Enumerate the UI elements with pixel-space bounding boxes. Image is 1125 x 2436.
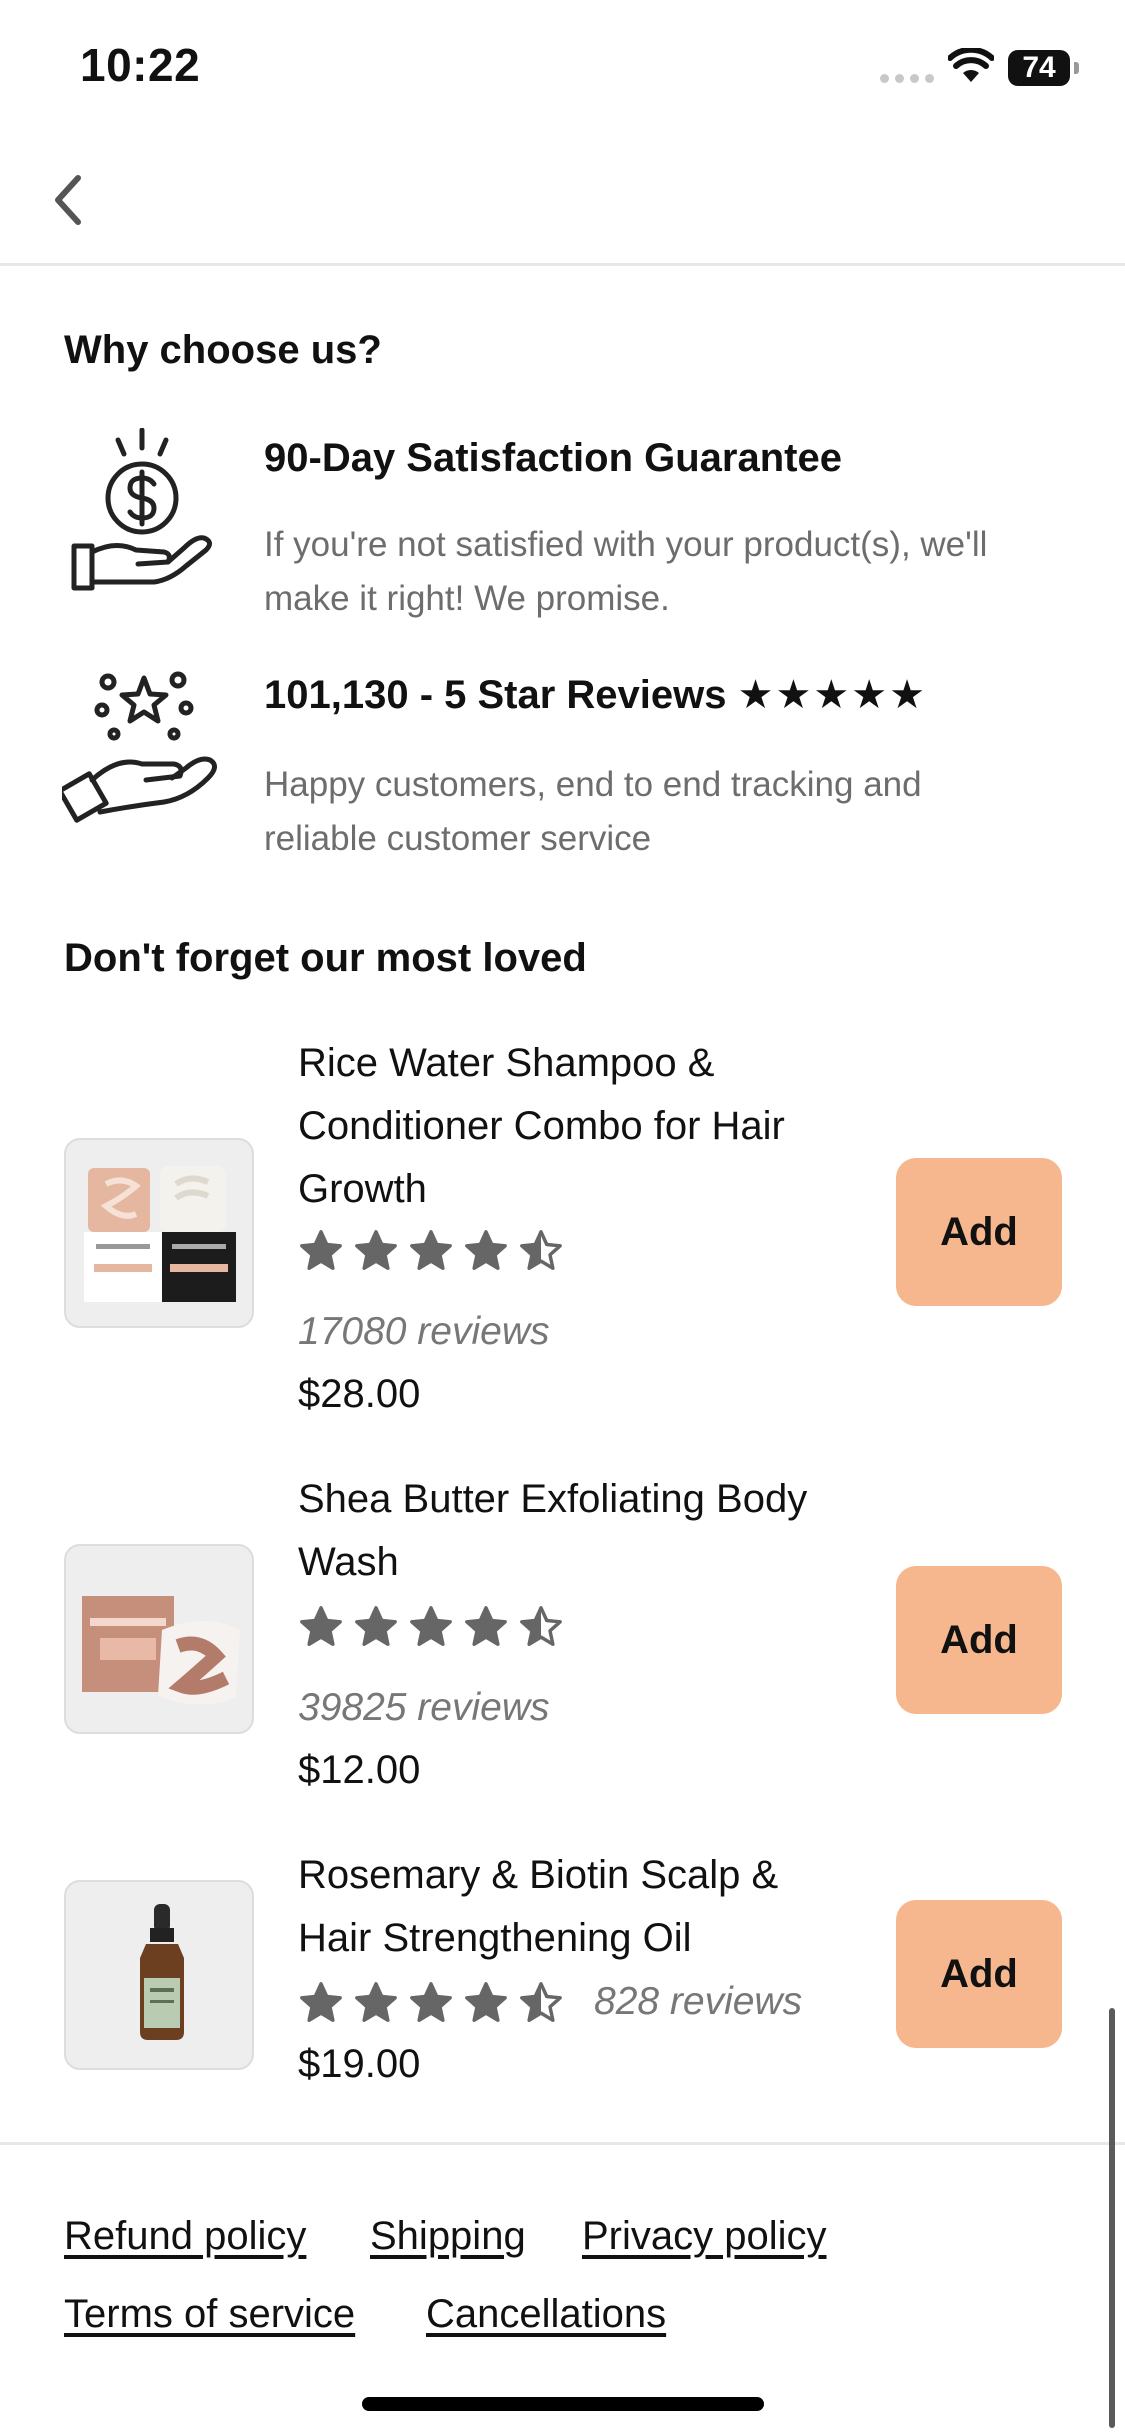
shampoo-bars-image: [84, 1166, 236, 1302]
review-count: 828 reviews: [594, 1980, 803, 2023]
star-rating: [298, 1604, 564, 1650]
cellular-signal-icon: [880, 74, 934, 83]
feature-desc-guarantee: If you're not satisfied with your produc…: [264, 525, 988, 618]
review-count: 39825 reviews: [298, 1686, 550, 1729]
product-name[interactable]: Rice Water Shampoo & Conditioner Combo f…: [298, 1032, 858, 1221]
navigation-bar: [0, 140, 1125, 266]
product-name[interactable]: Rosemary & Biotin Scalp & Hair Strengthe…: [298, 1844, 858, 1970]
star-full-icon: [465, 1606, 507, 1646]
star-full-icon: [465, 1982, 507, 2022]
star-half-icon: [520, 1230, 562, 1270]
add-button[interactable]: Add: [896, 1158, 1062, 1306]
why-choose-us-heading: Why choose us?: [64, 328, 382, 372]
star-full-icon: [465, 1230, 507, 1270]
feature-desc-reviews: Happy customers, end to end tracking and…: [264, 765, 922, 858]
refund-policy-link[interactable]: Refund policy: [64, 2214, 306, 2259]
star-full-icon: [355, 1606, 397, 1646]
scrollbar[interactable]: [1109, 2008, 1115, 2428]
money-hand-icon: [71, 428, 212, 591]
feature-title-reviews: 101,130 - 5 Star Reviews ★★★★★: [264, 672, 927, 718]
terms-of-service-link[interactable]: Terms of service: [64, 2292, 355, 2337]
footer: [0, 2142, 1125, 2436]
shipping-link[interactable]: Shipping: [370, 2214, 526, 2259]
star-full-icon: [410, 1982, 452, 2022]
battery-indicator: 74: [1008, 50, 1079, 86]
star-full-icon: [300, 1982, 342, 2022]
oil-bottle-image: [140, 1904, 184, 2040]
five-stars-icon: ★★★★★: [737, 673, 927, 717]
product-price: $28.00: [298, 1372, 421, 1416]
status-bar: 10:22 74: [0, 0, 1125, 140]
status-time: 10:22: [80, 39, 201, 91]
product-price: $12.00: [298, 1748, 421, 1792]
star-full-icon: [300, 1230, 342, 1270]
product-image[interactable]: [64, 1544, 254, 1734]
product-image[interactable]: [64, 1880, 254, 2070]
star-full-icon: [410, 1606, 452, 1646]
add-button[interactable]: Add: [896, 1900, 1062, 2048]
star-full-icon: [300, 1606, 342, 1646]
star-half-icon: [520, 1606, 562, 1646]
home-indicator: [362, 2397, 764, 2411]
body-wash-bar-image: [82, 1596, 240, 1705]
most-loved-heading: Don't forget our most loved: [64, 936, 587, 980]
star-hand-icon: [62, 671, 217, 823]
cancellations-link[interactable]: Cancellations: [426, 2292, 666, 2337]
star-half-icon: [520, 1982, 562, 2022]
product-image[interactable]: [64, 1138, 254, 1328]
star-full-icon: [410, 1230, 452, 1270]
back-chevron-icon[interactable]: [46, 170, 86, 230]
star-rating: [298, 1228, 564, 1274]
reviews-count-text: 101,130 - 5 Star Reviews: [264, 673, 727, 717]
feature-title-guarantee: 90-Day Satisfaction Guarantee: [264, 436, 842, 480]
review-count: 17080 reviews: [298, 1310, 550, 1353]
wifi-icon: [948, 48, 994, 82]
privacy-policy-link[interactable]: Privacy policy: [582, 2214, 827, 2259]
product-name[interactable]: Shea Butter Exfoliating Body Wash: [298, 1468, 858, 1594]
add-button[interactable]: Add: [896, 1566, 1062, 1714]
star-full-icon: [355, 1230, 397, 1270]
star-rating: [298, 1980, 564, 2026]
product-price: $19.00: [298, 2042, 421, 2086]
star-full-icon: [355, 1982, 397, 2022]
